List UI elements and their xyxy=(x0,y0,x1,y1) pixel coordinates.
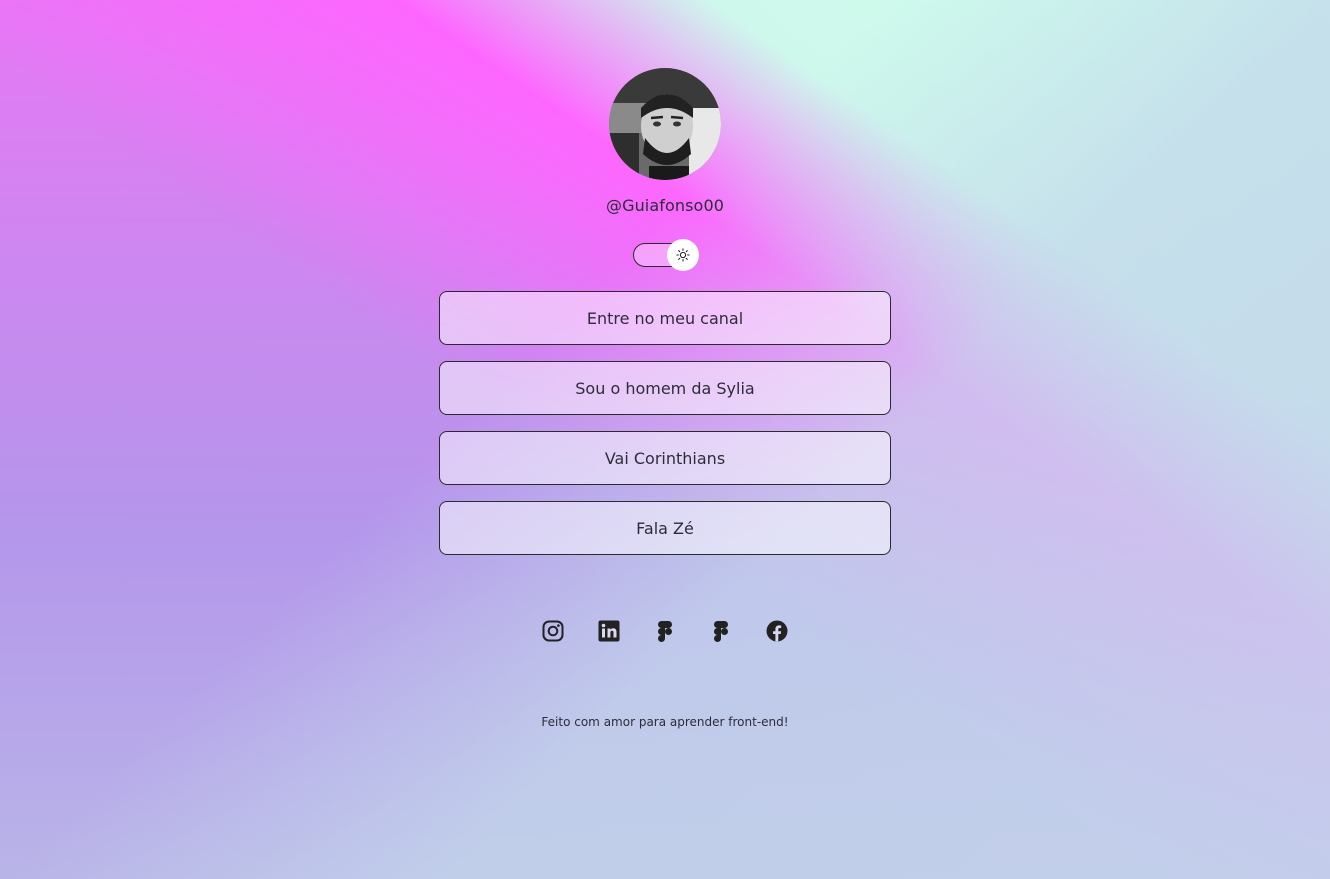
avatar-photo xyxy=(609,68,721,180)
social-links xyxy=(541,619,789,643)
link-button-sylia[interactable]: Sou o homem da Sylia xyxy=(439,361,891,415)
facebook-icon[interactable] xyxy=(765,619,789,643)
links-list: Entre no meu canal Sou o homem da Sylia … xyxy=(439,291,891,571)
link-button-corinthians[interactable]: Vai Corinthians xyxy=(439,431,891,485)
footer-text: Feito com amor para aprender front-end! xyxy=(541,715,789,729)
username: @Guiafonso00 xyxy=(605,196,725,215)
link-button-canal[interactable]: Entre no meu canal xyxy=(439,291,891,345)
linkedin-icon[interactable] xyxy=(597,619,621,643)
instagram-icon[interactable] xyxy=(541,619,565,643)
theme-toggle[interactable] xyxy=(633,239,699,271)
theme-toggle-knob[interactable] xyxy=(667,239,699,271)
figma-icon[interactable] xyxy=(653,619,677,643)
figma-icon[interactable] xyxy=(709,619,733,643)
sun-icon xyxy=(676,248,690,262)
profile-container: @Guiafonso00 Entre no meu canal Sou o ho… xyxy=(439,0,891,729)
link-button-fala-ze[interactable]: Fala Zé xyxy=(439,501,891,555)
avatar xyxy=(609,68,721,180)
